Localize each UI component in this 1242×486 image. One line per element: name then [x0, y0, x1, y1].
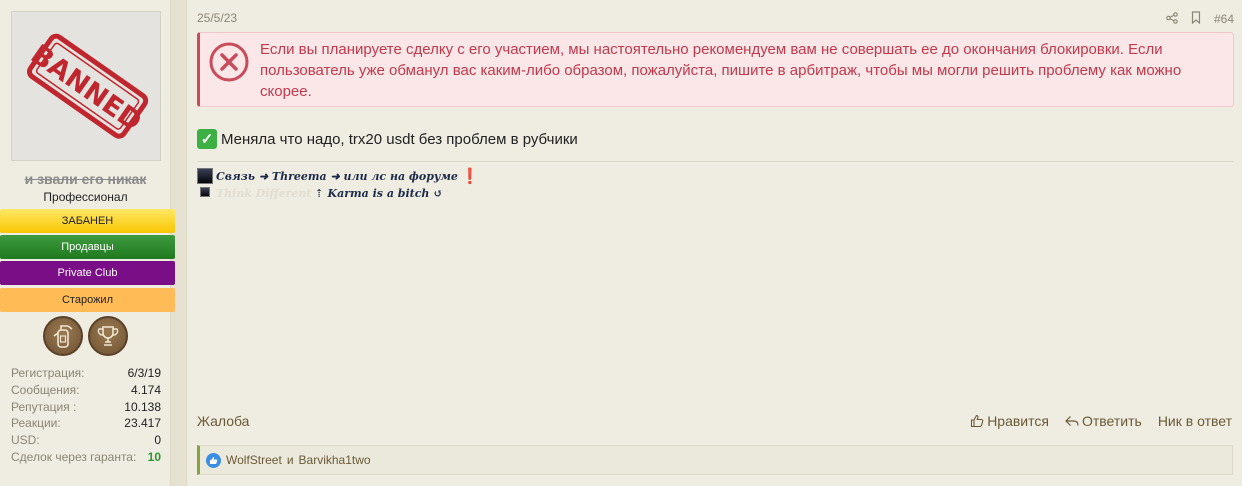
- extinguisher-icon[interactable]: [43, 316, 83, 356]
- exclamation-icon: ❗: [460, 167, 480, 185]
- post-footer-actions: Нравится Ответить Ник в ответ: [970, 413, 1232, 429]
- stat-row: Репутация : 10.138: [11, 399, 161, 416]
- banner-oldtimer: Старожил: [0, 288, 175, 312]
- stat-value: 10.138: [124, 399, 161, 414]
- user-title: Профессионал: [43, 190, 128, 204]
- avatar[interactable]: BANNED: [11, 11, 161, 161]
- stat-value: 23.417: [124, 416, 161, 431]
- stat-row: Регистрация: 6/3/19: [11, 365, 161, 382]
- signature-divider: [197, 161, 1233, 162]
- stat-value: 6/3/19: [127, 366, 161, 380]
- post-date[interactable]: 25/5/23: [197, 11, 237, 25]
- banner-private-club: Private Club: [0, 261, 175, 285]
- stat-value: 10: [147, 449, 161, 464]
- banner-sellers: Продавцы: [0, 235, 175, 259]
- like-label: Нравится: [987, 413, 1049, 429]
- stat-row: Сообщения: 4.174: [11, 382, 161, 399]
- stat-row: USD: 0: [11, 432, 161, 449]
- close-circle-icon: [209, 42, 249, 82]
- ban-warning: Если вы планируете сделку с его участием…: [197, 32, 1234, 107]
- reply-button[interactable]: Ответить: [1065, 413, 1142, 429]
- stat-label: Реакции:: [11, 416, 61, 431]
- user-sidebar: BANNED и звали его никак Профессионал ЗА…: [0, 0, 175, 486]
- stat-label: USD:: [11, 433, 40, 448]
- share-icon[interactable]: [1166, 11, 1178, 27]
- reply-label: Ответить: [1081, 413, 1142, 429]
- stat-label: Сообщения:: [11, 382, 80, 397]
- post-actions: #64: [1166, 11, 1234, 27]
- reaction-user-1[interactable]: WolfStreet: [226, 453, 282, 467]
- post: 25/5/23 #64 Если вы планируете сделку с …: [186, 0, 1242, 486]
- reaction-conjunction: и: [286, 453, 294, 467]
- signature-contact[interactable]: Связь ➜ Threema ➜ или лс на форуме: [216, 170, 458, 183]
- signature-line-1: Связь ➜ Threema ➜ или лс на форуме ❗: [197, 167, 480, 185]
- banner-banned: ЗАБАНЕН: [0, 209, 175, 233]
- nick-reply-button[interactable]: Ник в ответ: [1158, 413, 1232, 429]
- like-reaction-icon: [206, 452, 221, 468]
- stat-label: Репутация :: [11, 399, 77, 414]
- stat-label: Сделок через гаранта:: [11, 449, 137, 464]
- small-square-icon: [200, 187, 210, 197]
- banned-stamp-icon: BANNED: [25, 33, 149, 139]
- stat-row: Реакции: 23.417: [11, 415, 161, 432]
- reply-icon: [1065, 416, 1079, 426]
- thumbs-up-icon: [971, 414, 984, 428]
- username[interactable]: и звали его никак: [0, 171, 171, 187]
- message-text: Меняла что надо, trx20 usdt без проблем …: [221, 130, 578, 148]
- signature-hidden-text: Think Different: [216, 187, 312, 200]
- like-button[interactable]: Нравится: [970, 413, 1049, 429]
- small-square-wrap: [197, 187, 213, 200]
- post-message: ✓ Меняла что надо, trx20 usdt без пробле…: [197, 129, 578, 149]
- stat-value: 0: [154, 433, 161, 448]
- report-link[interactable]: Жалоба: [197, 413, 249, 429]
- user-stats: Регистрация: 6/3/19 Сообщения: 4.174 Реп…: [11, 365, 161, 466]
- black-square-icon: [197, 168, 213, 184]
- reactions-bar: WolfStreet и Barvikha1two: [197, 445, 1233, 475]
- stat-label: Регистрация:: [11, 366, 85, 380]
- check-mark-icon: ✓: [197, 129, 217, 149]
- signature-karma: ⇡ Karma is a bitch ↺: [314, 187, 443, 200]
- stat-row: Сделок через гаранта: 10: [11, 449, 161, 466]
- bookmark-icon[interactable]: [1190, 11, 1202, 27]
- stat-value: 4.174: [130, 382, 161, 397]
- signature-line-2: Think Different ⇡ Karma is a bitch ↺: [197, 187, 442, 200]
- reaction-user-2[interactable]: Barvikha1two: [299, 453, 371, 467]
- cup-icon[interactable]: [88, 316, 128, 356]
- post-number[interactable]: #64: [1214, 12, 1234, 26]
- warning-text: Если вы планируете сделку с его участием…: [260, 41, 1182, 100]
